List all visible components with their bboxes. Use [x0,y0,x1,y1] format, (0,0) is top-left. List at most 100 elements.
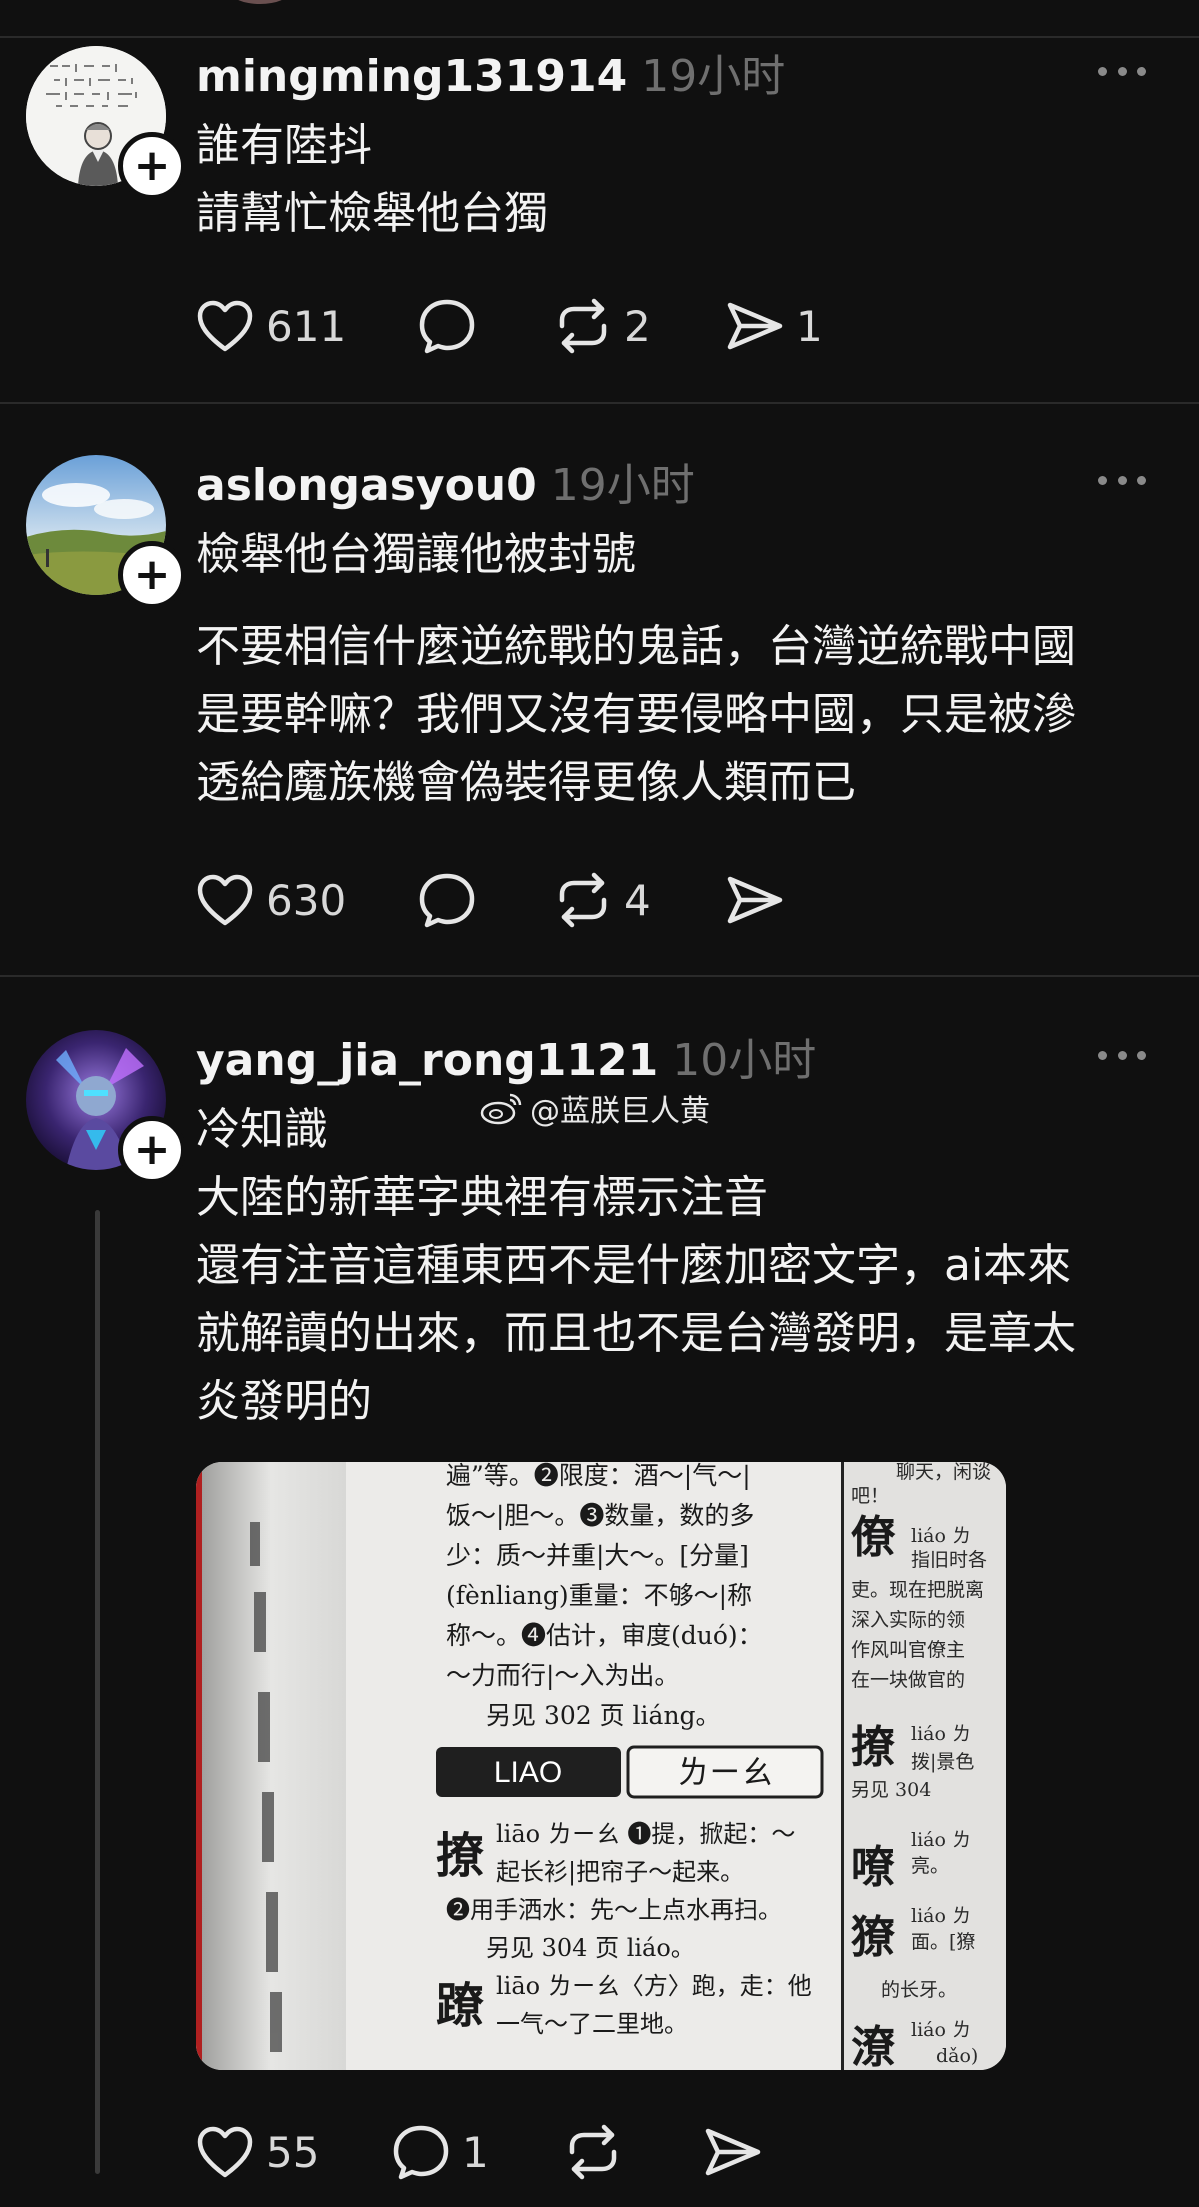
timestamp: 10小时 [672,1035,817,1086]
repost-button[interactable] [564,2122,622,2182]
dict-right-line: 吏。现在把脱离 [851,1579,984,1601]
more-dots-icon[interactable] [1098,65,1146,77]
post-text: 冷知識 大陸的新華字典裡有標示注音 還有注音這種東西不是什麼加密文字，ai本來 … [196,1096,1176,1436]
dict-line: ❷用手洒水：先～上点水再扫。 [446,1896,782,1924]
dict-head-char: 蹽 [436,1978,484,2034]
dictionary-photo[interactable]: 遍”等。❷限度：酒～|气～| 饭～|胆～。❸数量，数的多 少：质～并重|大～。[… [196,1462,1006,2070]
post-line: 還有注音這種東西不是什麼加密文字，ai本來 [196,1240,1072,1291]
share-button[interactable]: 1 [726,296,823,356]
comment-bubble-icon [393,2125,449,2180]
dict-right-line: 吧！ [851,1485,889,1507]
heart-icon [197,300,253,352]
post-line-spacer [196,589,1176,613]
dict-line: 饭～|胆～。❸数量，数的多 [446,1501,754,1531]
dict-line: 另见 304 页 liáo。 [486,1934,695,1962]
follow-plus-icon[interactable]: + [118,1116,186,1184]
send-icon [727,876,783,924]
watermark-text: @蓝朕巨人黄 [530,1094,710,1129]
dict-right-char: 僚 [851,1512,896,1563]
comment-bubble-icon [419,873,475,928]
like-button[interactable]: 611 [196,296,346,356]
post-line: 透給魔族機會偽裝得更像人類而已 [196,757,856,808]
dict-right-line: 聊天，闲谈 [896,1462,991,1483]
share-button[interactable] [726,870,784,930]
username[interactable]: mingming131914 19小时 [196,40,785,104]
dict-right-line: 深入实际的领 [851,1609,965,1631]
username-text[interactable]: yang_jia_rong1121 [196,1035,658,1086]
dict-line: liāo ㄌㄧㄠ ❶提，掀起：～ [496,1820,795,1848]
more-dots-icon[interactable] [1098,474,1146,486]
dict-section-zhuyin: ㄌㄧㄠ [677,1753,773,1791]
dict-right-line: 指旧时各 [911,1549,987,1571]
like-count: 611 [266,301,347,351]
dict-line: ～力而行|～入为出。 [446,1661,679,1691]
dict-right-line: liáo ㄌ [911,1525,971,1547]
dict-right-char: 嘹 [851,1842,895,1893]
post-text: 誰有陸抖 請幫忙檢舉他台獨 [196,112,1176,248]
repost-count: 4 [624,875,651,925]
repost-arrows-icon [569,2124,617,2180]
dict-line: 称～。❹估计，审度(duó)： [446,1621,763,1650]
dict-head-char: 撩 [436,1828,484,1884]
like-button[interactable]: 55 [196,2122,319,2182]
repost-button[interactable]: 4 [554,870,651,930]
username[interactable]: yang_jia_rong1121 10小时 [196,1024,816,1088]
dict-right-char: 撩 [851,1722,895,1773]
reply-button[interactable] [418,870,476,930]
dict-right-char: 獠 [851,1912,896,1963]
dict-right-line: 亮。 [911,1855,949,1877]
timestamp: 19小时 [641,51,786,102]
previous-post-edge [0,0,1199,38]
dict-right-line: 拨|景色 [911,1751,974,1773]
dict-line: 少：质～并重|大～。[分量] [446,1541,749,1571]
comment-bubble-icon [419,299,475,354]
dict-line: 一气～了二里地。 [496,2010,688,2038]
divider [0,36,1199,38]
dict-right-line: 作风叫官僚主 [851,1639,965,1661]
follow-plus-icon[interactable]: + [118,541,186,609]
username-text[interactable]: mingming131914 [196,51,627,102]
heart-icon [197,874,253,926]
send-icon [705,2128,761,2176]
post-line: 就解讀的出來，而且也不是台灣發明，是章太 [196,1308,1076,1359]
post-line: 檢舉他台獨讓他被封號 [196,529,636,580]
dict-line: liāo ㄌㄧㄠ〈方〉跑，走：他 [496,1972,812,2000]
post-line: 是要幹嘛？我們又沒有要侵略中國，只是被滲 [196,689,1076,740]
follow-plus-icon[interactable]: + [118,132,186,200]
dict-right-line: liáo ㄌ [911,1905,971,1927]
thread-line [95,1210,100,2174]
dict-right-line: liáo ㄌ [911,1829,971,1851]
repost-count: 2 [624,301,651,351]
dictionary-photo-image: 遍”等。❷限度：酒～|气～| 饭～|胆～。❸数量，数的多 少：质～并重|大～。[… [196,1462,1006,2070]
reply-button[interactable] [418,296,476,356]
weibo-logo-icon [480,1093,522,1125]
post-line: 不要相信什麼逆統戰的鬼話，台灣逆統戰中國 [196,621,1076,672]
dict-right-line: 另见 304 [851,1779,931,1801]
username[interactable]: aslongasyou0 19小时 [196,449,695,513]
repost-arrows-icon [559,298,607,354]
post-line: 炎發明的 [196,1376,372,1427]
dict-right-line: dǎo) [936,2045,978,2067]
dict-section-label: LIAO [494,1756,562,1789]
share-count: 1 [796,301,823,351]
repost-button[interactable]: 2 [554,296,651,356]
username-text[interactable]: aslongasyou0 [196,460,537,511]
more-dots-icon[interactable] [1098,1049,1146,1061]
previous-avatar-edge [230,0,290,4]
dict-right-line: 在一块做官的 [851,1669,965,1691]
divider [0,975,1199,977]
reply-button[interactable]: 1 [392,2122,489,2182]
repost-arrows-icon [559,872,607,928]
dict-right-line: liáo ㄌ [911,1723,971,1745]
dict-right-line: liáo ㄌ [911,2019,971,2041]
dict-line: (fènliang)重量：不够～|称 [446,1581,752,1611]
dict-line: 另见 302 页 liáng。 [486,1701,721,1730]
reply-count: 1 [462,2127,489,2177]
send-icon [727,302,783,350]
heart-icon [197,2126,253,2178]
post-line: 請幫忙檢舉他台獨 [196,188,548,239]
like-button[interactable]: 630 [196,870,346,930]
post-text: 檢舉他台獨讓他被封號 不要相信什麼逆統戰的鬼話，台灣逆統戰中國 是要幹嘛？我們又… [196,521,1176,817]
like-count: 55 [266,2127,320,2177]
share-button[interactable] [704,2122,762,2182]
